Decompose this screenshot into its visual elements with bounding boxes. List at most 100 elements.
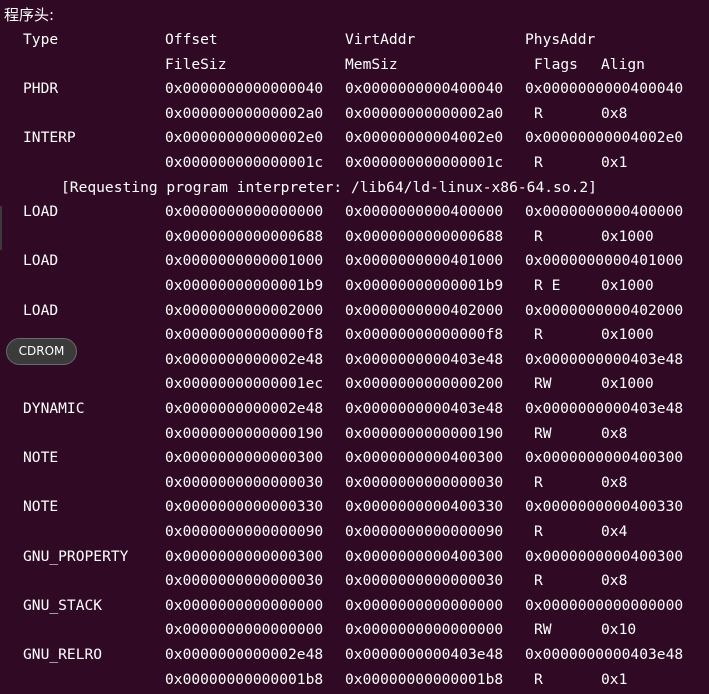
- terminal-window[interactable]: 程序头: Type Offset VirtAddr PhysAddr FileSiz Me…: [0, 0, 709, 694]
- segment-type: GNU_STACK: [23, 596, 103, 614]
- segment-physaddr: 0x00000000004002e0: [525, 129, 684, 147]
- segment-offset: 0x0000000000000300: [165, 547, 324, 565]
- segment-type: LOAD: [23, 252, 59, 270]
- segment-physaddr: 0x0000000000403e48: [525, 646, 684, 663]
- segment-physaddr: 0x0000000000400300: [525, 449, 684, 467]
- header-align: Align: [601, 55, 645, 73]
- segment-physaddr: 0x0000000000400330: [525, 498, 684, 516]
- segment-offset: 0x0000000000000330: [165, 498, 324, 516]
- segment-align: 0x8: [601, 104, 628, 122]
- segment-type: LOAD: [23, 301, 59, 319]
- segment-offset: 0x0000000000000000: [165, 203, 324, 221]
- segment-offset: 0x00000000000002e0: [165, 129, 324, 147]
- segment-type: NOTE: [23, 498, 59, 516]
- segment-flags: RW: [534, 375, 552, 393]
- segment-virtaddr: 0x0000000000400300: [345, 547, 504, 565]
- segment-align: 0x1000: [601, 326, 654, 344]
- segment-memsiz: 0x00000000000001b9: [345, 277, 504, 294]
- segment-physaddr: 0x0000000000400000: [525, 203, 684, 221]
- segment-filesiz: 0x0000000000000688: [165, 227, 324, 245]
- segment-flags: RW: [534, 621, 552, 639]
- segment-memsiz: 0x00000000000001b8: [345, 670, 504, 688]
- segment-physaddr: 0x0000000000402000: [525, 301, 684, 319]
- segment-flags: RW: [534, 424, 552, 442]
- segment-virtaddr: 0x0000000000403e48: [345, 646, 504, 663]
- segment-virtaddr: 0x0000000000402000: [345, 301, 504, 319]
- segment-filesiz: 0x00000000000002a0: [165, 104, 324, 122]
- segment-memsiz: 0x0000000000000030: [345, 572, 504, 590]
- segment-type: INTERP: [23, 129, 76, 147]
- segment-offset: 0x0000000000000040: [165, 80, 324, 98]
- segment-type: LOAD: [23, 203, 59, 221]
- segment-offset: 0x0000000000002e48: [165, 400, 324, 417]
- segment-physaddr: 0x0000000000403e48: [525, 400, 684, 417]
- segment-physaddr: 0x0000000000400300: [525, 547, 684, 565]
- header-offset: Offset: [165, 31, 218, 48]
- segment-physaddr: 0x0000000000400040: [525, 80, 684, 98]
- segment-filesiz: 0x0000000000000090: [165, 523, 324, 540]
- segment-virtaddr: 0x0000000000403e48: [345, 350, 504, 368]
- segment-filesiz: 0x00000000000001b8: [165, 670, 324, 688]
- segment-virtaddr: 0x0000000000400040: [345, 80, 504, 98]
- segment-virtaddr: 0x0000000000400300: [345, 449, 504, 467]
- segment-align: 0x8: [601, 424, 628, 442]
- segment-align: 0x1: [601, 154, 628, 171]
- segment-align: 0x8: [601, 572, 628, 590]
- segment-offset: 0x0000000000000000: [165, 596, 324, 614]
- segment-virtaddr: 0x0000000000401000: [345, 252, 504, 270]
- segment-memsiz: 0x0000000000000200: [345, 375, 504, 393]
- segment-flags: R: [534, 523, 543, 540]
- segment-align: 0x1: [601, 670, 628, 688]
- header-flags: Flags: [534, 55, 578, 73]
- segment-physaddr: 0x0000000000000000: [525, 596, 684, 614]
- segment-align: 0x8: [601, 473, 628, 491]
- segment-flags: R: [534, 473, 543, 491]
- segment-offset: 0x0000000000001000: [165, 252, 324, 270]
- segment-type: GNU_RELRO: [23, 646, 103, 663]
- segment-flags: R: [534, 670, 543, 688]
- segment-type: GNU_PROPERTY: [23, 547, 129, 565]
- segment-filesiz: 0x00000000000001b9: [165, 277, 324, 294]
- segment-filesiz: 0x00000000000001ec: [165, 375, 324, 393]
- segment-filesiz: 0x0000000000000190: [165, 424, 324, 442]
- segment-offset: 0x0000000000002e48: [165, 646, 324, 663]
- segment-physaddr: 0x0000000000403e48: [525, 350, 684, 368]
- segment-filesiz: 0x000000000000001c: [165, 154, 324, 171]
- segment-offset: 0x0000000000002000: [165, 301, 324, 319]
- segment-virtaddr: 0x0000000000400330: [345, 498, 504, 516]
- segment-flags: R: [534, 104, 543, 122]
- segment-type: NOTE: [23, 449, 59, 467]
- segment-filesiz: 0x0000000000000030: [165, 572, 324, 590]
- segment-flags: R E: [534, 277, 561, 294]
- segment-virtaddr: 0x0000000000403e48: [345, 400, 504, 417]
- segment-virtaddr: 0x0000000000000000: [345, 596, 504, 614]
- segment-align: 0x1000: [601, 375, 654, 393]
- segment-offset: 0x0000000000000300: [165, 449, 324, 467]
- cdrom-button[interactable]: CDROM: [6, 338, 77, 365]
- segment-memsiz: 0x0000000000000190: [345, 424, 504, 442]
- segment-align: 0x10: [601, 621, 637, 639]
- segment-memsiz: 0x0000000000000000: [345, 621, 504, 639]
- header-virtaddr: VirtAddr: [345, 31, 416, 48]
- side-panel-edge: [0, 206, 2, 250]
- segment-flags: R: [534, 326, 543, 344]
- header-filesiz: FileSiz: [165, 55, 227, 73]
- segment-align: 0x1000: [601, 277, 654, 294]
- segment-memsiz: 0x000000000000001c: [345, 154, 504, 171]
- segment-type: DYNAMIC: [23, 400, 85, 417]
- header-type: Type: [23, 31, 59, 48]
- segment-filesiz: 0x0000000000000030: [165, 473, 324, 491]
- segment-align: 0x4: [601, 523, 628, 540]
- segment-filesiz: 0x00000000000000f8: [165, 326, 324, 344]
- segment-type: PHDR: [23, 80, 59, 98]
- segment-memsiz: 0x0000000000000090: [345, 523, 504, 540]
- segment-memsiz: 0x00000000000000f8: [345, 326, 504, 344]
- section-heading: 程序头:: [4, 6, 55, 24]
- segment-memsiz: 0x0000000000000688: [345, 227, 504, 245]
- segment-virtaddr: 0x0000000000400000: [345, 203, 504, 221]
- segment-flags: R: [534, 227, 543, 245]
- segment-offset: 0x0000000000002e48: [165, 350, 324, 368]
- header-memsiz: MemSiz: [345, 55, 398, 73]
- segment-memsiz: 0x0000000000000030: [345, 473, 504, 491]
- segment-virtaddr: 0x00000000004002e0: [345, 129, 504, 147]
